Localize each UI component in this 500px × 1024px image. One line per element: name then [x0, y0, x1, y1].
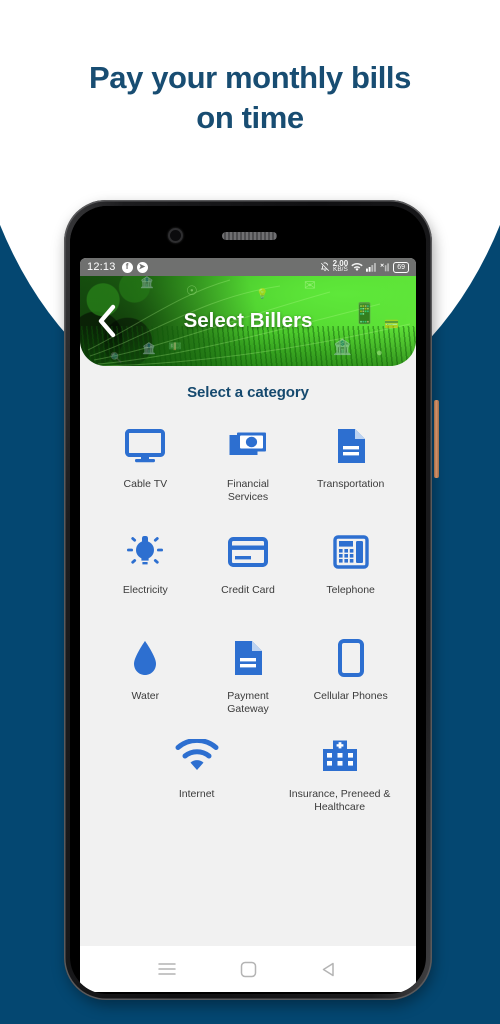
banner-title: Select Billers [183, 309, 313, 332]
signal-bars-icon [366, 263, 377, 272]
category-label: Electricity [122, 584, 168, 596]
status-bar: 12:13 f ➤ 2.00 KB/S 69 [80, 258, 416, 276]
recents-menu-icon[interactable] [158, 962, 176, 976]
category-grid-row-4: Internet Insurance, Preneed & Healthcare [80, 729, 416, 827]
document-icon [335, 423, 367, 469]
hospital-icon [321, 733, 359, 779]
status-bar-notification-icons: f ➤ [121, 261, 148, 273]
data-rate-indicator: 2.00 KB/S [333, 260, 349, 273]
category-label: Financial Services [226, 478, 269, 503]
category-telephone[interactable]: Telephone [299, 529, 402, 623]
section-heading: Select a category [187, 384, 309, 401]
back-triangle-icon[interactable] [321, 961, 338, 978]
facebook-icon: f [121, 261, 133, 273]
phone-mockup: 12:13 f ➤ 2.00 KB/S 69 ☉ ✉ 🏦 🏦 💵 🏦 💳 📱 💡… [64, 200, 439, 1010]
desk-phone-icon [332, 529, 369, 575]
category-electricity[interactable]: Electricity [94, 529, 197, 623]
android-nav-bar [80, 946, 416, 992]
category-transportation[interactable]: Transportation [299, 423, 402, 517]
messenger-icon: ➤ [136, 261, 148, 273]
earpiece-speaker-icon [222, 232, 277, 240]
battery-icon: 69 [393, 261, 409, 273]
category-label: Transportation [317, 478, 385, 490]
page-title: Pay your monthly bills on time [0, 58, 500, 138]
home-square-icon[interactable] [240, 961, 257, 978]
credit-card-icon [227, 529, 268, 575]
category-label: Insurance, Preneed & Healthcare [288, 788, 391, 813]
category-cellular-phones[interactable]: Cellular Phones [299, 635, 402, 729]
phone-bezel: 12:13 f ➤ 2.00 KB/S 69 ☉ ✉ 🏦 🏦 💵 🏦 💳 📱 💡… [70, 206, 426, 994]
monitor-icon [125, 423, 166, 469]
lightbulb-icon [125, 529, 165, 575]
category-label: Water [131, 690, 160, 702]
front-camera-icon [168, 228, 183, 243]
document-lines-icon [232, 635, 264, 681]
water-drop-icon [131, 635, 159, 681]
headline-line-1: Pay your monthly bills [89, 60, 411, 95]
category-water[interactable]: Water [94, 635, 197, 729]
data-rate-unit: KB/S [333, 266, 348, 273]
banknote-icon [228, 423, 268, 469]
category-cable-tv[interactable]: Cable TV [94, 423, 197, 517]
category-payment-gateway[interactable]: Payment Gateway [197, 635, 300, 729]
promo-screenshot: Pay your monthly bills on time 12:13 f ➤ [0, 0, 500, 1024]
category-label: Cable TV [123, 478, 168, 490]
status-bar-clock: 12:13 [87, 261, 116, 273]
status-bar-system-icons: 2.00 KB/S 69 [320, 260, 409, 273]
wifi-signal-icon [175, 733, 219, 779]
category-financial-services[interactable]: Financial Services [197, 423, 300, 517]
bell-off-icon [320, 262, 329, 272]
phone-screen: 12:13 f ➤ 2.00 KB/S 69 ☉ ✉ 🏦 🏦 💵 🏦 💳 📱 💡… [80, 258, 416, 992]
headline-line-2: on time [196, 100, 304, 135]
category-label: Telephone [326, 584, 375, 596]
smartphone-icon [337, 635, 364, 681]
category-label: Cellular Phones [313, 690, 388, 702]
category-insurance-preneed-healthcare[interactable]: Insurance, Preneed & Healthcare [277, 733, 402, 827]
wifi-icon [351, 263, 363, 271]
category-credit-card[interactable]: Credit Card [197, 529, 300, 623]
app-header-banner: ☉ ✉ 🏦 🏦 💵 🏦 💳 📱 💡 🔍 ● Select Billers [80, 276, 416, 366]
category-label: Payment Gateway [227, 690, 269, 715]
sim-no-service-icon [380, 263, 390, 272]
power-button[interactable] [434, 400, 439, 478]
category-grid: Cable TV Financial Services Transportati… [80, 401, 416, 729]
category-label: Internet [178, 788, 215, 800]
category-internet[interactable]: Internet [94, 733, 299, 827]
category-label: Credit Card [221, 584, 275, 596]
app-content: Select a category Cable TV Financial Ser… [80, 366, 416, 992]
